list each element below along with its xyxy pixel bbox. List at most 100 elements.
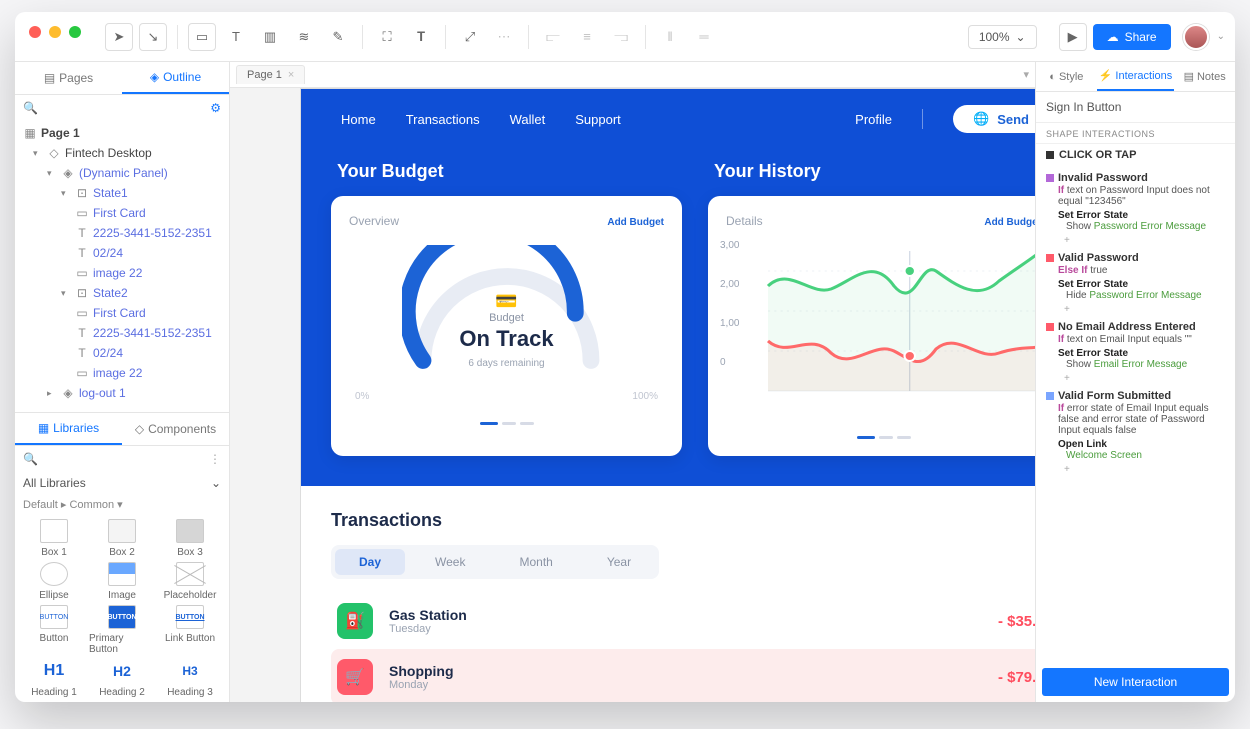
- tab-components[interactable]: ◇ Components: [122, 413, 229, 445]
- group-tool-icon[interactable]: ⛶: [373, 23, 401, 51]
- traffic-min[interactable]: [49, 26, 61, 38]
- tab-libraries[interactable]: ▦ Libraries: [15, 413, 122, 445]
- tab-pages[interactable]: ▤ Pages: [15, 62, 122, 94]
- seg-month[interactable]: Month: [495, 549, 576, 575]
- share-label: Share: [1125, 30, 1157, 44]
- lib-more-icon[interactable]: ⋮: [209, 452, 221, 466]
- artboard[interactable]: Home Transactions Wallet Support Profile…: [300, 88, 1035, 702]
- tree-firstcard-1[interactable]: ▭First Card: [15, 203, 229, 223]
- tree-cardnum-2[interactable]: T2225-3441-5152-2351: [15, 323, 229, 343]
- tree-state2[interactable]: ▾⊡State2: [15, 283, 229, 303]
- tree-root[interactable]: ▾◇Fintech Desktop: [15, 143, 229, 163]
- lib-button[interactable]: BUTTONButton: [21, 605, 87, 655]
- nav-support[interactable]: Support: [575, 112, 621, 127]
- top-toolbar: ➤ ↘ ▭ T ▥ ≋ ✎ ⛶ 𝐓 ⤢ ⋯ ⫍ ≡ ⫎ ‖ ═ 100%⌄ ▶ …: [15, 12, 1235, 62]
- case-action[interactable]: Set Error StateHide Password Error Messa…: [1046, 279, 1225, 301]
- stack-tool-icon[interactable]: ≋: [290, 23, 318, 51]
- filter-icon[interactable]: ⚙: [210, 101, 221, 115]
- lib-box1[interactable]: Box 1: [21, 519, 87, 558]
- lib-ellipse[interactable]: Ellipse: [21, 562, 87, 601]
- nav-profile[interactable]: Profile: [855, 112, 892, 127]
- lib-image[interactable]: Image: [89, 562, 155, 601]
- share-button[interactable]: ☁ Share: [1093, 24, 1171, 50]
- more-tool-icon[interactable]: ⋯: [490, 23, 518, 51]
- add-action[interactable]: +: [1046, 373, 1225, 384]
- align-right-icon[interactable]: ⫎: [607, 23, 635, 51]
- lib-search-input[interactable]: [44, 453, 203, 465]
- nav-home[interactable]: Home: [341, 112, 376, 127]
- canvas-dropdown-icon[interactable]: ▾: [1023, 68, 1029, 81]
- budget-add-link[interactable]: Add Budget: [595, 217, 664, 228]
- nav-transactions[interactable]: Transactions: [406, 112, 480, 127]
- tx-row[interactable]: ⛽ Gas StationTuesday - $35.88: [331, 593, 1035, 649]
- lib-box3[interactable]: Box 3: [157, 519, 223, 558]
- tree-exp-2[interactable]: T02/24: [15, 343, 229, 363]
- tree-logout[interactable]: ▸◈log-out 1: [15, 383, 229, 403]
- tree-cardnum-1[interactable]: T2225-3441-5152-2351: [15, 223, 229, 243]
- pen-tool-icon[interactable]: ✎: [324, 23, 352, 51]
- lib-h2[interactable]: H2Heading 2: [89, 659, 155, 698]
- text-style-icon[interactable]: 𝐓: [407, 23, 435, 51]
- case-action[interactable]: Set Error StateShow Email Error Message: [1046, 348, 1225, 370]
- add-action[interactable]: +: [1046, 304, 1225, 315]
- traffic-close[interactable]: [29, 26, 41, 38]
- layout-tool-icon[interactable]: ▥: [256, 23, 284, 51]
- lib-h3[interactable]: H3Heading 3: [157, 659, 223, 698]
- add-action[interactable]: +: [1046, 235, 1225, 246]
- dist-h-icon[interactable]: ‖: [656, 23, 684, 51]
- lib-selector[interactable]: All Libraries⌄: [15, 472, 229, 494]
- rtab-style[interactable]: ◐ Style: [1036, 62, 1097, 91]
- case-header[interactable]: No Email Address Entered: [1046, 321, 1225, 333]
- rectangle-tool-icon[interactable]: ▭: [188, 23, 216, 51]
- align-center-icon[interactable]: ≡: [573, 23, 601, 51]
- lib-link-button[interactable]: BUTTONLink Button: [157, 605, 223, 655]
- rtab-notes[interactable]: ▤ Notes: [1174, 62, 1235, 91]
- case-header[interactable]: Valid Password: [1046, 252, 1225, 264]
- tx-row[interactable]: 🛒 ShoppingMonday - $79.90: [331, 649, 1035, 702]
- event-click-or-tap[interactable]: CLICK OR TAP: [1036, 144, 1235, 166]
- fit-tool-icon[interactable]: ⤢: [456, 23, 484, 51]
- preview-button[interactable]: ▶: [1059, 23, 1087, 51]
- tree-exp-1[interactable]: T02/24: [15, 243, 229, 263]
- tree-dynamic-panel[interactable]: ▾◈(Dynamic Panel): [15, 163, 229, 183]
- history-title: Your History: [714, 161, 1035, 182]
- tree-firstcard-2[interactable]: ▭First Card: [15, 303, 229, 323]
- lib-box2[interactable]: Box 2: [89, 519, 155, 558]
- seg-year[interactable]: Year: [583, 549, 655, 575]
- case-header[interactable]: Invalid Password: [1046, 172, 1225, 184]
- add-action[interactable]: +: [1046, 464, 1225, 475]
- rtab-interactions[interactable]: ⚡ Interactions: [1097, 62, 1175, 91]
- case-action[interactable]: Set Error StateShow Password Error Messa…: [1046, 210, 1225, 232]
- nav-wallet[interactable]: Wallet: [510, 112, 546, 127]
- new-interaction-button[interactable]: New Interaction: [1042, 668, 1229, 696]
- case-action[interactable]: Open LinkWelcome Screen: [1046, 439, 1225, 461]
- seg-week[interactable]: Week: [411, 549, 489, 575]
- avatar-chevron-icon[interactable]: ⌄: [1217, 31, 1225, 42]
- user-avatar[interactable]: [1183, 24, 1209, 50]
- dist-v-icon[interactable]: ═: [690, 23, 718, 51]
- tree-state1[interactable]: ▾⊡State1: [15, 183, 229, 203]
- nav-send-button[interactable]: 🌐Send: [953, 105, 1035, 133]
- tab-outline[interactable]: ◈ Outline: [122, 62, 229, 94]
- text-tool-icon[interactable]: T: [222, 23, 250, 51]
- traffic-max[interactable]: [69, 26, 81, 38]
- connect-tool-icon[interactable]: ↘: [139, 23, 167, 51]
- tree-img-2[interactable]: ▭image 22: [15, 363, 229, 383]
- zoom-select[interactable]: 100%⌄: [968, 25, 1037, 49]
- lib-primary-button[interactable]: BUTTONPrimary Button: [89, 605, 155, 655]
- tree-img-1[interactable]: ▭image 22: [15, 263, 229, 283]
- lib-category[interactable]: Default ▸ Common ▾: [15, 494, 229, 515]
- case-header[interactable]: Valid Form Submitted: [1046, 390, 1225, 402]
- budget-pager[interactable]: [349, 412, 664, 430]
- seg-day[interactable]: Day: [335, 549, 405, 575]
- select-tool-icon[interactable]: ➤: [105, 23, 133, 51]
- align-left-icon[interactable]: ⫍: [539, 23, 567, 51]
- history-pager[interactable]: [726, 426, 1035, 444]
- tree-page[interactable]: ▦Page 1: [15, 123, 229, 143]
- history-add-link[interactable]: Add Budget: [972, 217, 1035, 228]
- outline-search-input[interactable]: [44, 102, 204, 114]
- canvas-page-tab[interactable]: Page 1×: [236, 65, 305, 84]
- lib-placeholder[interactable]: Placeholder: [157, 562, 223, 601]
- lib-h1[interactable]: H1Heading 1: [21, 659, 87, 698]
- close-tab-icon[interactable]: ×: [288, 69, 294, 81]
